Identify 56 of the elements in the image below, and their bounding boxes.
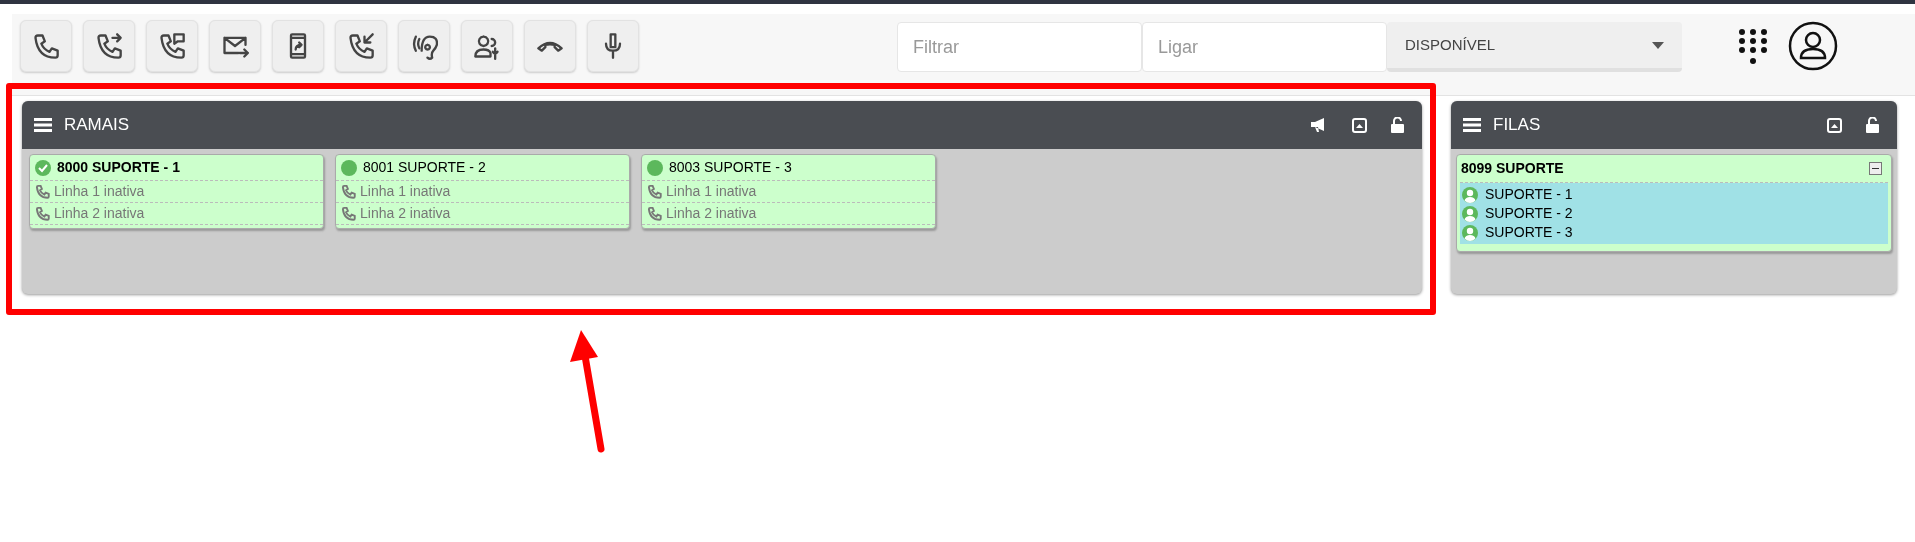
panel-title: FILAS (1493, 114, 1541, 137)
extension-name: 8001 SUPORTE - 2 (363, 158, 486, 177)
toolbar-button[interactable] (146, 20, 198, 72)
phone-icon (32, 32, 60, 60)
panel-title: RAMAIS (64, 114, 130, 137)
extension-name: 8003 SUPORTE - 3 (669, 158, 792, 177)
line-status: Linha 2 inativa (54, 204, 145, 223)
phone-incoming-icon (347, 32, 375, 60)
toolbar-button[interactable] (461, 20, 513, 72)
menu-icon[interactable] (34, 118, 52, 132)
line-status: Linha 1 inativa (666, 182, 757, 201)
extension-card[interactable]: 8001 SUPORTE - 2 Linha 1 inativa Linha 2 inativa (335, 154, 630, 229)
user-avatar-icon[interactable] (1788, 21, 1838, 71)
queue-member: SUPORTE - 3 (1485, 223, 1573, 242)
toolbar-button[interactable] (20, 20, 72, 72)
window-up-icon[interactable] (1352, 117, 1367, 133)
phone-icon (35, 184, 50, 199)
queue-member: SUPORTE - 1 (1485, 185, 1573, 204)
line-status: Linha 2 inativa (666, 204, 757, 223)
line-status: Linha 2 inativa (360, 204, 451, 223)
dial-field[interactable]: Ligar (1142, 22, 1387, 72)
phone-icon (35, 206, 50, 221)
extension-name: 8000 SUPORTE - 1 (57, 158, 180, 177)
extension-card[interactable]: 8000 SUPORTE - 1 Linha 1 inativa Linha 2 inativa (29, 154, 324, 229)
toolbar-button[interactable] (524, 20, 576, 72)
user-icon (1462, 186, 1478, 203)
phone-icon (647, 184, 662, 199)
toolbar-button[interactable] (335, 20, 387, 72)
phone-icon (341, 206, 356, 221)
window-up-icon[interactable] (1827, 117, 1842, 133)
toolbar-button[interactable] (587, 20, 639, 72)
phone-icon (647, 206, 662, 221)
unlock-icon[interactable] (1866, 117, 1879, 133)
phone-icon (341, 184, 356, 199)
line-status: Linha 1 inativa (54, 182, 145, 201)
line-status: Linha 1 inativa (360, 182, 451, 201)
user-mic-icon (473, 32, 501, 60)
status-value: DISPONÍVEL (1405, 34, 1496, 55)
queue-name: 8099 SUPORTE (1461, 159, 1564, 178)
menu-icon[interactable] (1463, 118, 1481, 132)
toolbar-button[interactable] (398, 20, 450, 72)
phone-forward-icon (95, 32, 123, 60)
collapse-icon[interactable] (1869, 162, 1882, 175)
filter-field[interactable]: Filtrar (897, 22, 1142, 72)
status-dropdown[interactable]: DISPONÍVEL (1387, 22, 1682, 72)
unlock-icon[interactable] (1391, 117, 1404, 133)
queue-member: SUPORTE - 2 (1485, 204, 1573, 223)
phone-message-icon (158, 32, 186, 60)
extension-card[interactable]: 8003 SUPORTE - 3 Linha 1 inativa Linha 2 inativa (641, 154, 936, 229)
user-icon (1462, 205, 1478, 222)
toolbar-button[interactable] (209, 20, 261, 72)
user-icon (1462, 224, 1478, 241)
toolbar-button[interactable] (83, 20, 135, 72)
caret-icon (1652, 41, 1664, 49)
dialpad-icon[interactable] (1738, 28, 1768, 66)
toolbar-button[interactable] (272, 20, 324, 72)
